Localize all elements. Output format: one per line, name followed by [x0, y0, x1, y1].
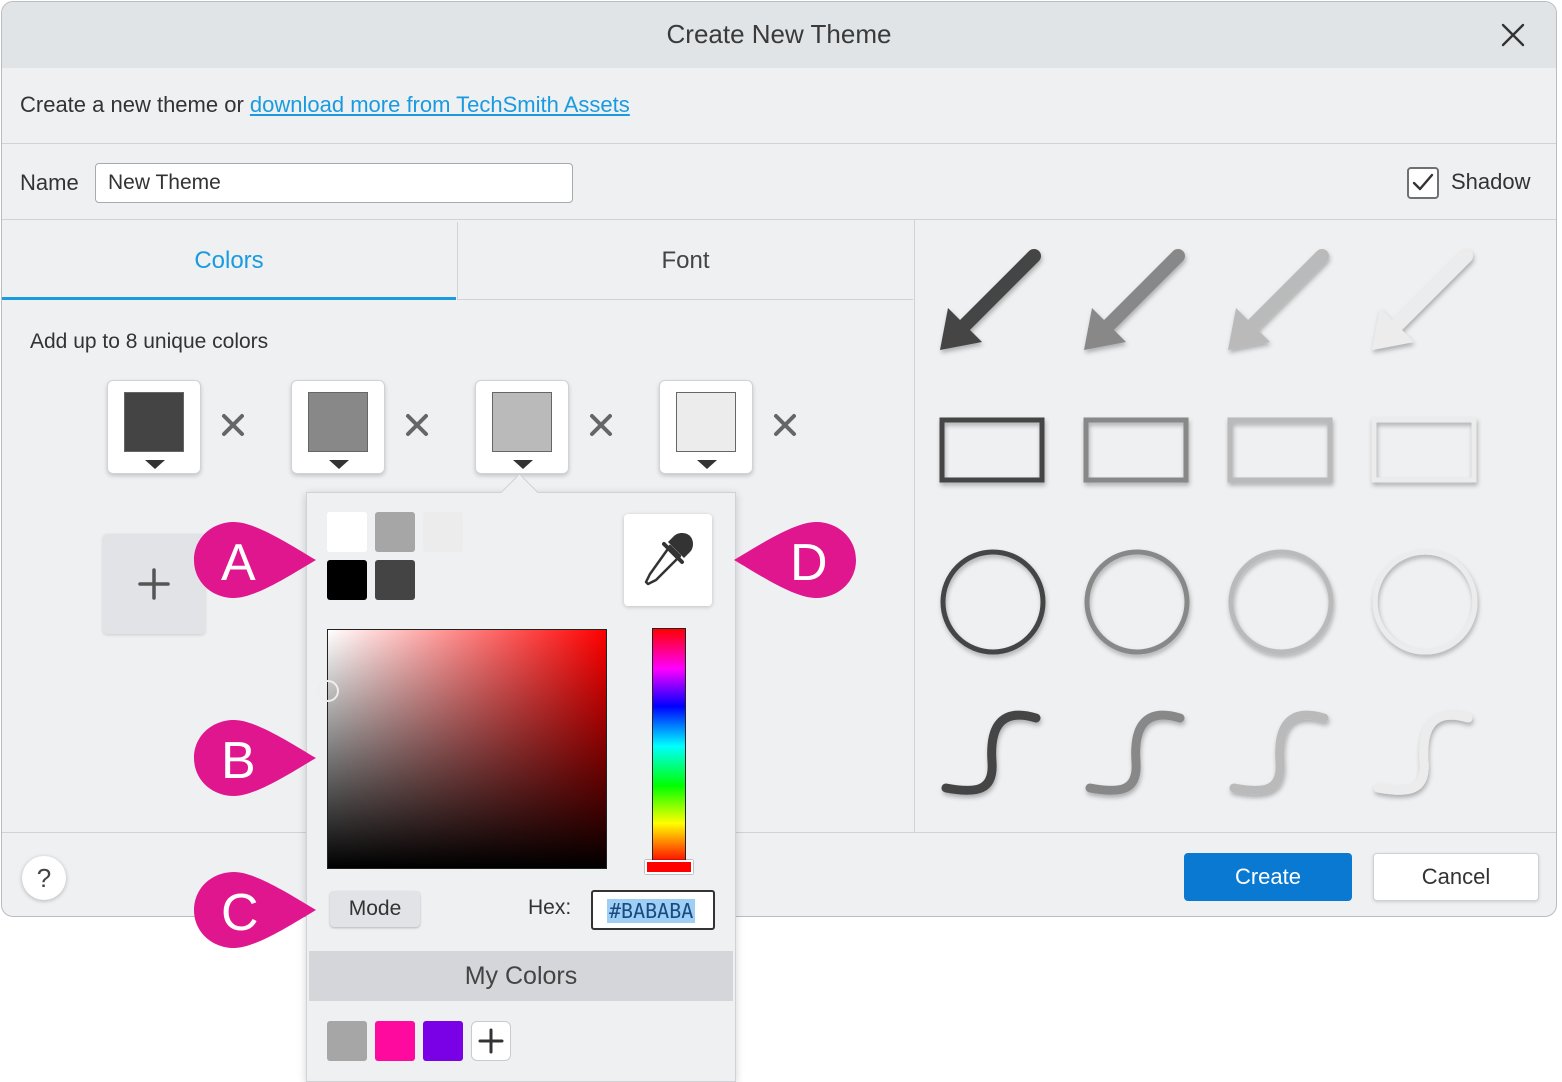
eyedropper-button[interactable]: [624, 514, 712, 606]
tab-font[interactable]: Font: [457, 222, 913, 300]
shadow-label: Shadow: [1451, 169, 1531, 194]
remove-color-2-button[interactable]: [404, 412, 430, 438]
divider: [2, 143, 1556, 144]
preview-circle-3: [1228, 549, 1334, 655]
preview-circle-4: [1372, 549, 1478, 655]
create-button[interactable]: Create: [1184, 853, 1352, 901]
preview-circle-1: [940, 549, 1046, 655]
callout-a-label: A: [221, 534, 256, 592]
shadow-checkbox[interactable]: [1407, 167, 1439, 199]
dropdown-caret-icon: [513, 460, 533, 469]
help-button[interactable]: ?: [22, 856, 66, 900]
cancel-button[interactable]: Cancel: [1373, 853, 1539, 901]
my-color-1[interactable]: [327, 1021, 367, 1061]
theme-color-3-swatch: [492, 392, 552, 452]
remove-x-icon: [406, 414, 428, 436]
theme-color-4-button[interactable]: [659, 380, 753, 474]
hue-slider[interactable]: [652, 628, 686, 864]
name-label: Name: [20, 170, 79, 195]
callout-b-label: B: [221, 732, 256, 790]
preview-curve-1: [941, 710, 1041, 795]
mode-button[interactable]: Mode: [330, 891, 420, 927]
remove-color-4-button[interactable]: [772, 412, 798, 438]
theme-color-1-button[interactable]: [107, 380, 201, 474]
footer-divider: [2, 832, 1556, 833]
plus-icon: [138, 568, 170, 600]
preview-arrow-1: [940, 249, 1041, 350]
callout-c-label: C: [221, 884, 259, 942]
name-input[interactable]: [95, 163, 573, 203]
preview-curve-4: [1373, 710, 1473, 795]
preview-curve-2: [1085, 710, 1185, 795]
close-icon: [1501, 23, 1525, 47]
intro-text: Create a new theme or download more from…: [20, 92, 630, 117]
eyedropper-icon: [644, 533, 693, 586]
theme-preview: [939, 249, 1478, 795]
preset-color-1[interactable]: [327, 512, 367, 552]
hex-label: Hex:: [528, 896, 572, 919]
panel-divider: [914, 220, 915, 832]
preset-color-4[interactable]: [327, 560, 367, 600]
add-color-button[interactable]: [103, 534, 205, 634]
preset-color-5[interactable]: [375, 560, 415, 600]
preview-curve-3: [1229, 710, 1329, 795]
colors-hint: Add up to 8 unique colors: [30, 330, 269, 353]
dropdown-caret-icon: [329, 460, 349, 469]
saturation-value-area[interactable]: [327, 629, 607, 869]
preset-color-3[interactable]: [423, 512, 463, 552]
preview-rect-4: [1371, 417, 1477, 483]
hex-input[interactable]: #BABABA: [591, 890, 715, 930]
remove-x-icon: [590, 414, 612, 436]
tab-colors[interactable]: Colors: [2, 222, 456, 300]
theme-color-4-swatch: [676, 392, 736, 452]
my-color-3[interactable]: [423, 1021, 463, 1061]
hex-value: #BABABA: [607, 899, 696, 923]
callout-d-label: D: [790, 534, 828, 592]
remove-color-1-button[interactable]: [220, 412, 246, 438]
preview-rect-3: [1227, 417, 1333, 483]
preset-color-2[interactable]: [375, 512, 415, 552]
preview-rect-2: [1083, 417, 1189, 483]
add-my-color-button[interactable]: [471, 1021, 511, 1061]
theme-color-2-button[interactable]: [291, 380, 385, 474]
theme-color-3-button[interactable]: [475, 380, 569, 474]
saturation-value-handle[interactable]: [317, 680, 339, 702]
hue-slider-handle[interactable]: [645, 860, 693, 874]
remove-x-icon: [774, 414, 796, 436]
close-button[interactable]: [1498, 20, 1528, 50]
divider: [2, 219, 1556, 220]
theme-color-1-swatch: [124, 392, 184, 452]
remove-color-3-button[interactable]: [588, 412, 614, 438]
callout-b-marker: [194, 720, 316, 796]
callout-a-marker: [194, 522, 316, 598]
preview-arrow-3: [1228, 249, 1329, 350]
preview-arrow-4: [1372, 249, 1473, 350]
checkmark-icon: [1412, 173, 1434, 191]
plus-icon: [478, 1028, 504, 1054]
dropdown-caret-icon: [697, 460, 717, 469]
remove-x-icon: [222, 414, 244, 436]
preview-rect-1: [939, 417, 1045, 483]
dropdown-caret-icon: [145, 460, 165, 469]
my-colors-header: My Colors: [309, 951, 733, 1001]
title-bar: Create New Theme: [2, 2, 1556, 68]
preview-circle-2: [1084, 549, 1190, 655]
preview-arrow-2: [1084, 249, 1185, 350]
techsmith-assets-link[interactable]: download more from TechSmith Assets: [250, 92, 630, 117]
theme-color-2-swatch: [308, 392, 368, 452]
my-color-2[interactable]: [375, 1021, 415, 1061]
dialog-title: Create New Theme: [666, 19, 892, 49]
